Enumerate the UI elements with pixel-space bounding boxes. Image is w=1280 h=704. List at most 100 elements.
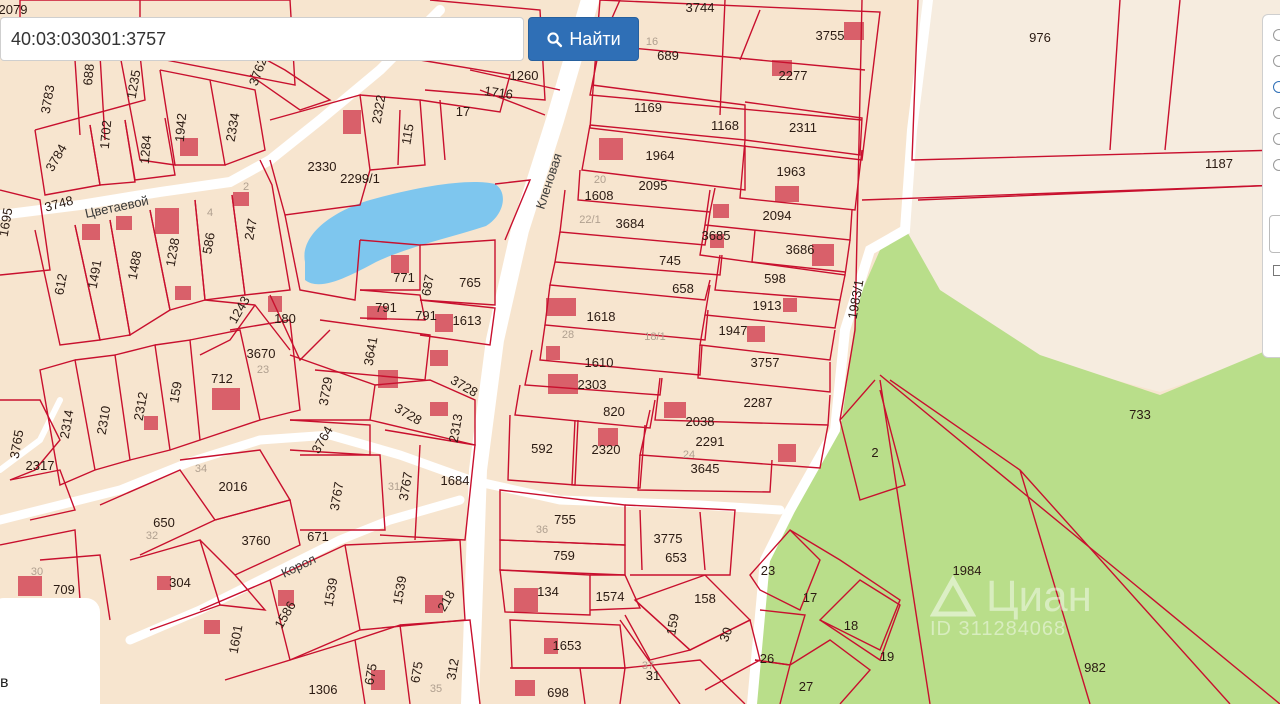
search-button-label: Найти [569,28,621,49]
plot-number[interactable]: 982 [1084,660,1106,675]
cadastral-search-input[interactable] [1,18,523,60]
plot-number[interactable]: 26 [760,651,774,666]
plot-number[interactable]: 1964 [646,148,675,163]
plot-number[interactable]: 755 [554,512,576,527]
plot-number[interactable]: 653 [665,550,687,565]
plot-number[interactable]: 2287 [744,395,773,410]
plot-number[interactable]: 698 [547,685,569,700]
plot-number[interactable]: 791 [375,300,397,315]
plot-number[interactable]: 791 [415,308,437,323]
plot-number[interactable]: 2094 [763,208,792,223]
plot-number[interactable]: 3645 [691,461,720,476]
plot-number[interactable]: 1963 [777,164,806,179]
plot-number[interactable]: 2038 [686,414,715,429]
plot-number[interactable]: 2291 [696,434,725,449]
layer-radio[interactable] [1273,107,1280,119]
plot-number[interactable]: 27 [799,679,813,694]
plot-number[interactable]: 2311 [789,120,817,135]
plot-number[interactable]: 3760 [242,533,271,548]
layer-checkbox[interactable] [1273,265,1280,276]
plot-number[interactable]: 2079 [0,2,27,17]
plot-number[interactable]: 1702 [97,120,114,150]
plot-number[interactable]: 1260 [510,68,539,83]
plot-number[interactable]: 709 [53,582,75,597]
plot-number[interactable]: 771 [393,270,415,285]
plot-number[interactable]: 23 [761,563,775,578]
plot-number[interactable]: 1653 [553,638,582,653]
plot-number[interactable]: 3757 [751,355,780,370]
plot-number[interactable]: 2277 [779,68,808,83]
layer-radio[interactable] [1273,133,1280,145]
plot-number[interactable]: 733 [1129,407,1151,422]
layer-radio[interactable] [1273,55,1280,67]
plot-number[interactable]: 820 [603,404,625,419]
plot-number[interactable]: 1284 [137,135,154,165]
plot-number[interactable]: 1168 [711,118,739,133]
plot-number[interactable]: 765 [459,275,481,290]
layer-radio[interactable] [1273,29,1280,41]
plot-number[interactable]: 2299/1 [340,171,380,186]
plot-number[interactable]: 18 [844,618,858,633]
lot-number: 20 [594,174,606,186]
plot-number[interactable]: 19 [880,649,894,664]
plot-number[interactable]: 2 [871,445,878,460]
plot-number[interactable]: 158 [694,591,716,606]
search-button[interactable]: Найти [528,17,639,61]
layer-select[interactable] [1269,215,1280,253]
plot-number[interactable]: 3670 [247,346,276,361]
plot-number[interactable]: 304 [169,575,191,590]
plot-number[interactable]: 1306 [309,682,338,697]
lot-number: 2 [243,181,249,193]
plot-number[interactable]: 1608 [585,188,614,203]
plot-number[interactable]: 3744 [686,0,715,15]
plot-number[interactable]: 1913 [753,298,782,313]
plot-number[interactable]: 1574 [596,589,625,604]
plot-number[interactable]: 3775 [654,531,683,546]
plot-number[interactable]: 2330 [308,159,337,174]
cadastral-search-field[interactable] [0,17,524,61]
plot-number[interactable]: 598 [764,271,786,286]
plot-number[interactable]: 2016 [219,479,248,494]
layer-radio-selected[interactable] [1273,81,1280,93]
plot-number[interactable]: 3686 [786,242,815,257]
plot-number[interactable]: 1684 [441,473,470,488]
cadastral-map[interactable]: 3744 976 3755 689 2277 1169 1168 2311 1964 1963 20… [0,0,1280,704]
plot-number[interactable]: 17 [456,104,470,119]
lot-number: 22/1 [579,214,600,226]
plot-number[interactable]: 1610 [585,355,614,370]
plot-number[interactable]: 3684 [616,216,645,231]
lot-number: 4 [207,207,213,219]
plot-number[interactable]: 592 [531,441,553,456]
plot-number[interactable]: 17 [803,590,817,605]
plot-number[interactable]: 1984 [953,563,982,578]
plot-number[interactable]: 3685 [702,228,731,243]
plot-number[interactable]: 1169 [634,100,662,115]
plot-number[interactable]: 658 [672,281,694,296]
plot-number[interactable]: 2095 [639,178,668,193]
plot-number[interactable]: 180 [274,311,296,326]
plot-number[interactable]: 712 [211,371,233,386]
plot-number[interactable]: 688 [80,63,97,86]
plot-number[interactable]: 759 [553,548,575,563]
lot-number: 34 [195,463,207,475]
plot-number[interactable]: 650 [153,515,175,530]
corner-info-card[interactable]: в [0,598,100,704]
plot-number[interactable]: 745 [659,253,681,268]
plot-number[interactable]: 3755 [816,28,845,43]
lot-number: 30 [31,566,43,578]
plot-number[interactable]: 1613 [453,313,482,328]
plot-number[interactable]: 689 [657,48,679,63]
layer-panel[interactable] [1262,14,1280,358]
plot-number[interactable]: 1187 [1205,156,1233,171]
plot-number[interactable]: 2320 [592,442,621,457]
plot-number[interactable]: 1618 [587,309,616,324]
plot-number[interactable]: 1942 [172,113,189,143]
plot-number[interactable]: 1947 [719,323,748,338]
plot-number[interactable]: 2317 [26,458,55,473]
plot-number[interactable]: 976 [1029,30,1051,45]
plot-number[interactable]: 134 [537,584,559,599]
plot-number[interactable]: 671 [307,529,329,544]
layer-radio[interactable] [1273,159,1280,171]
plot-number[interactable]: 2303 [578,377,607,392]
search-icon [547,31,563,47]
